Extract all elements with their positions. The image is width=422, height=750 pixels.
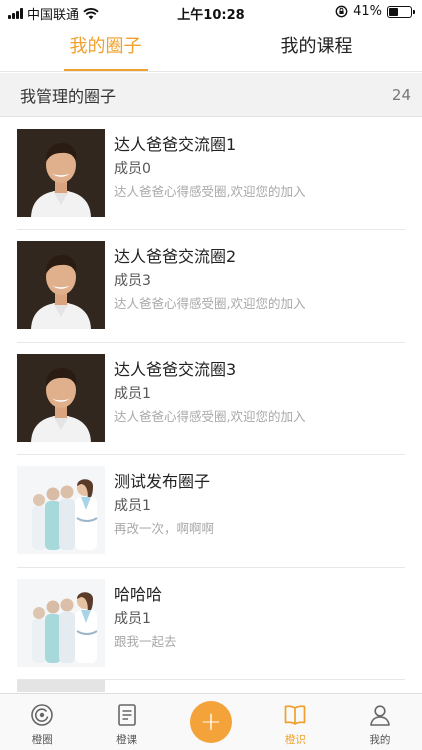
- man-portrait-photo: [17, 241, 105, 330]
- man-portrait-photo: [17, 353, 105, 442]
- section-header: 我管理的圈子 24: [0, 73, 422, 117]
- nav-item-add[interactable]: +: [169, 694, 253, 750]
- plus-icon[interactable]: +: [190, 701, 233, 743]
- circle-item[interactable]: 达人爸爸交流圈1 成员0 达人爸爸心得感受圈,欢迎您的加入: [0, 118, 422, 231]
- circle-title: 测试发布圈子: [114, 472, 211, 492]
- tab-my-circles[interactable]: 我的圈子: [0, 26, 211, 71]
- circle-description: 达人爸爸心得感受圈,欢迎您的加入: [114, 184, 306, 199]
- status-right: 41%: [335, 4, 415, 19]
- circle-list[interactable]: 达人爸爸交流圈1 成员0 达人爸爸心得感受圈,欢迎您的加入 达人爸爸交流圈2 成…: [0, 118, 422, 693]
- top-tabs: 我的圈子 我的课程: [0, 26, 422, 72]
- nav-item-chengke[interactable]: 橙课: [84, 694, 168, 750]
- bottom-nav: 橙圈 橙课 + 橙识 我的: [0, 693, 422, 750]
- circle-item[interactable]: 哈哈哈 成员1 跟我一起去: [0, 568, 422, 681]
- nav-label: 我的: [369, 734, 391, 746]
- section-title: 我管理的圈子: [20, 86, 117, 106]
- status-bar: 中国联通 上午10:28 41%: [0, 0, 422, 26]
- man-portrait-photo: [17, 129, 105, 217]
- nav-item-mine[interactable]: 我的: [338, 694, 422, 750]
- rotation-lock-icon: [335, 5, 348, 18]
- nav-label: 橙识: [284, 734, 306, 746]
- circle-item-partial[interactable]: [0, 679, 422, 693]
- circle-description: 跟我一起去: [114, 633, 177, 649]
- section-count: 24: [391, 85, 411, 104]
- battery-fill: [389, 7, 398, 16]
- medical-team-photo: [17, 466, 105, 555]
- circle-members: 成员1: [114, 385, 151, 402]
- circle-description: 达人爸爸心得感受圈,欢迎您的加入: [114, 296, 306, 312]
- nav-label: 橙圈: [31, 734, 53, 746]
- circle-thumbnail: [17, 466, 105, 555]
- circle-thumbnail: [17, 129, 105, 217]
- book-icon: [285, 705, 306, 725]
- circle-thumbnail: [17, 353, 105, 442]
- circle-info: 达人爸爸交流圈3 成员1 达人爸爸心得感受圈,欢迎您的加入: [105, 354, 305, 425]
- circle-icon: [31, 704, 54, 726]
- battery-percent: 41%: [353, 4, 382, 19]
- medical-team-photo: [17, 578, 105, 667]
- circle-title: 达人爸爸交流圈3: [114, 359, 237, 379]
- circle-title: 达人爸爸交流圈2: [114, 247, 237, 267]
- circle-description: 再改一次，啊啊啊: [114, 521, 215, 537]
- tab-my-courses[interactable]: 我的课程: [211, 26, 422, 71]
- course-icon: [117, 704, 136, 726]
- circle-description: 达人爸爸心得感受圈,欢迎您的加入: [114, 408, 306, 424]
- circle-info: 测试发布圈子 成员1 再改一次，啊啊啊: [105, 466, 214, 537]
- circle-members: 成员0: [114, 161, 151, 177]
- nav-label: 橙课: [116, 734, 138, 746]
- circle-thumbnail: [17, 679, 105, 692]
- circle-info: 哈哈哈 成员1 跟我一起去: [105, 579, 177, 650]
- battery-icon: [387, 5, 415, 18]
- circle-members: 成员3: [114, 273, 151, 290]
- nav-item-chengshi[interactable]: 橙识: [253, 694, 337, 750]
- circle-item[interactable]: 达人爸爸交流圈2 成员3 达人爸爸心得感受圈,欢迎您的加入: [0, 230, 422, 344]
- circle-thumbnail: [17, 241, 105, 330]
- user-icon: [370, 705, 390, 726]
- circle-item[interactable]: 达人爸爸交流圈3 成员1 达人爸爸心得感受圈,欢迎您的加入: [0, 343, 422, 456]
- circle-info: 达人爸爸交流圈1 成员0 达人爸爸心得感受圈,欢迎您的加入: [105, 129, 305, 200]
- nav-item-chengquan[interactable]: 橙圈: [0, 694, 84, 750]
- circle-members: 成员1: [114, 498, 151, 515]
- circle-title: 哈哈哈: [114, 584, 163, 604]
- circle-item[interactable]: 测试发布圈子 成员1 再改一次，啊啊啊: [0, 455, 422, 568]
- circle-thumbnail: [17, 578, 105, 667]
- circle-info: 达人爸爸交流圈2 成员3 达人爸爸心得感受圈,欢迎您的加入: [105, 241, 305, 312]
- circle-members: 成员1: [114, 610, 151, 627]
- circle-title: 达人爸爸交流圈1: [114, 135, 237, 154]
